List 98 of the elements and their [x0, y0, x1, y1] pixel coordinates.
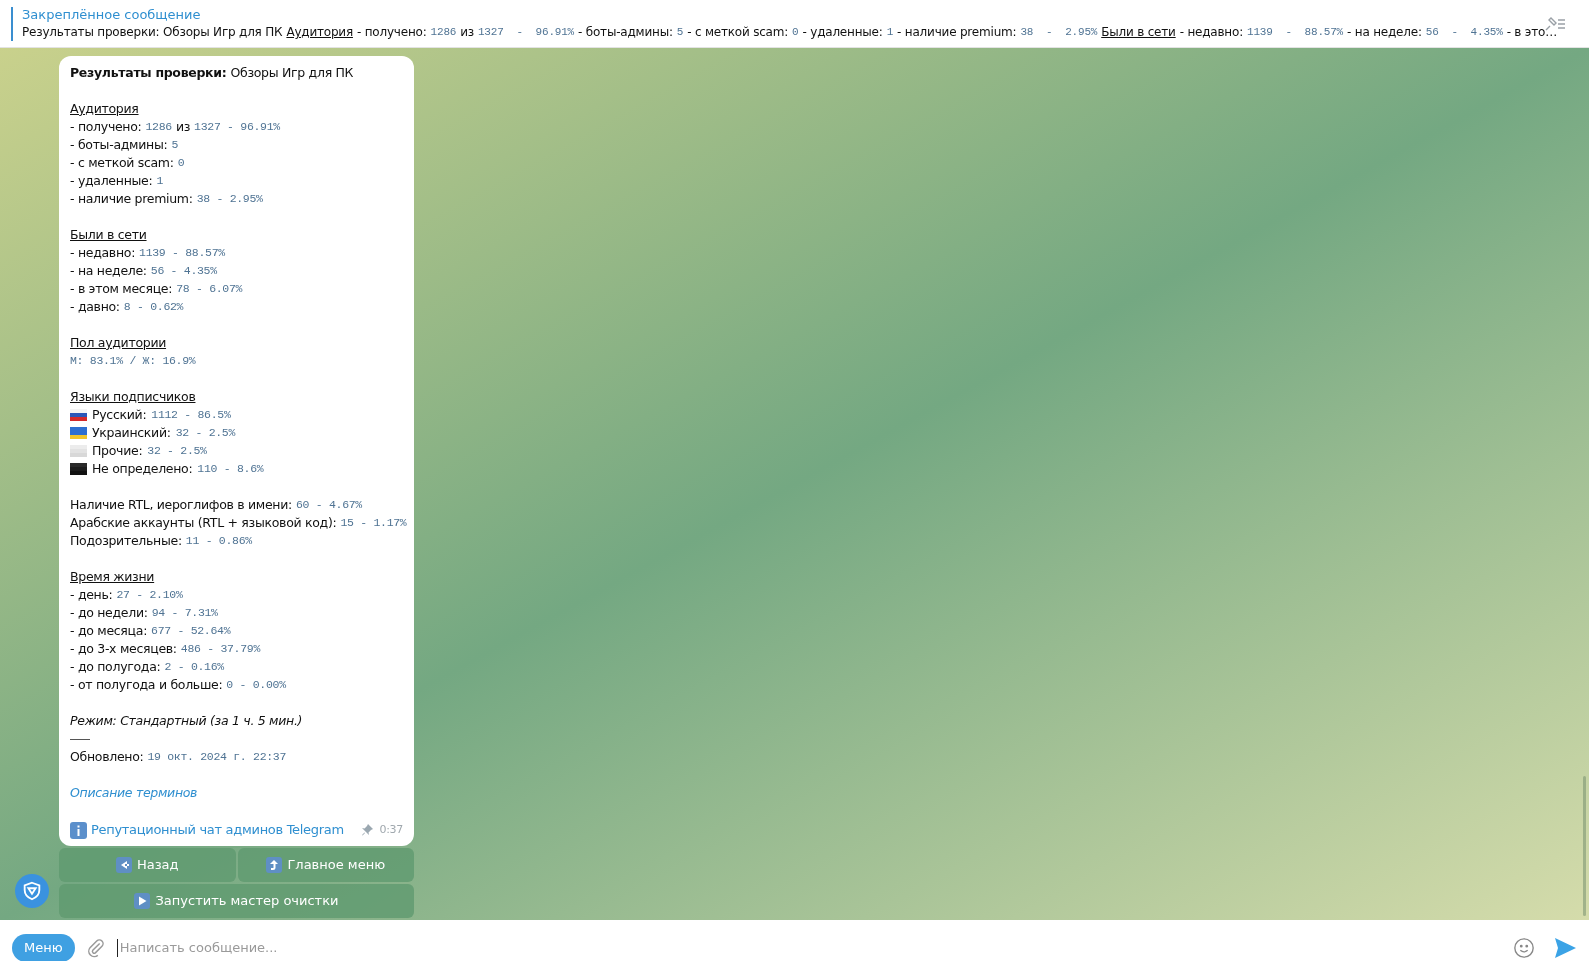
- send-icon[interactable]: [1553, 937, 1577, 959]
- section-heading: Были в сети: [1101, 24, 1176, 41]
- section-heading: Время жизни: [70, 567, 155, 586]
- label-text: - до полугода:: [70, 657, 161, 676]
- keyboard-button[interactable]: Назад: [59, 848, 236, 882]
- mode-text: Режим: Стандартный (за 1 ч. 5 мин.): [70, 711, 303, 730]
- stat-value: 1139 - 88.57%: [1247, 25, 1344, 40]
- label-text: - на неделе:: [70, 261, 147, 280]
- stat-value: 38 - 2.95%: [196, 191, 263, 208]
- label-text: Подозрительные:: [70, 531, 182, 550]
- stat-value: 486 - 37.79%: [180, 641, 260, 658]
- stat-value: 60 - 4.67%: [295, 497, 362, 514]
- stat-value: 1112 - 86.5%: [151, 407, 231, 424]
- section-heading: Были в сети: [70, 225, 147, 244]
- info-icon: [70, 821, 87, 839]
- label-text: Результаты проверки:: [70, 63, 227, 82]
- stat-value: 2 - 0.16%: [164, 659, 224, 676]
- flag-icon: [70, 427, 87, 439]
- arrow-up-icon: [266, 857, 283, 873]
- label-text: - давно:: [70, 297, 120, 316]
- stat-value: 1286: [430, 25, 457, 40]
- stat-value: 5: [676, 25, 684, 40]
- label-text: Арабские аккаунты (RTL + языковой код):: [70, 513, 337, 532]
- stat-value: 56 - 4.35%: [1425, 25, 1503, 40]
- label-text: из: [175, 117, 191, 136]
- label-text: - боты-админы:: [70, 135, 168, 154]
- shield-icon: [21, 880, 43, 902]
- label-text: Прочие:: [92, 441, 143, 460]
- flag-icon: [70, 463, 87, 475]
- section-heading: Аудитория: [70, 99, 139, 118]
- label-text: Обновлено:: [70, 747, 144, 766]
- terms-link[interactable]: Описание терминов: [70, 783, 198, 803]
- label-text: - с меткой scam:: [70, 153, 174, 172]
- message-input[interactable]: Написать сообщение...: [116, 939, 1503, 957]
- stat-value: 1286: [145, 119, 172, 136]
- label-text: - получено:: [356, 24, 427, 41]
- label-text: Наличие RTL, иероглифов в имени:: [70, 495, 292, 514]
- label-text: из: [460, 24, 474, 41]
- stat-value: 56 - 4.35%: [150, 263, 217, 280]
- label-text: - день:: [70, 585, 113, 604]
- section-heading: Пол аудитории: [70, 333, 167, 352]
- stat-value: 8 - 0.62%: [123, 299, 184, 316]
- label-text: - получено:: [70, 117, 142, 136]
- stat-value: 5: [171, 137, 179, 154]
- label-text: Украинский:: [92, 423, 171, 442]
- stat-value: 0: [177, 155, 185, 172]
- section-heading: Языки подписчиков: [70, 387, 196, 406]
- label-text: - от полугода и больше:: [70, 675, 223, 694]
- label-text: Русский:: [92, 405, 147, 424]
- label-text: Результаты проверки: Обзоры Игр для ПК: [22, 24, 283, 41]
- stat-value: 1139 - 88.57%: [139, 245, 225, 262]
- stat-value: 38 - 2.95%: [1020, 25, 1098, 40]
- arrow-left-icon: [115, 857, 132, 873]
- stat-value: 78 - 6.07%: [176, 281, 243, 298]
- stat-value: 32 - 2.5%: [175, 425, 236, 442]
- stat-value: 19 окт. 2024 г. 22:37: [147, 749, 287, 766]
- label-text: - до недели:: [70, 603, 148, 622]
- label-text: - в этом месяце:: [70, 279, 173, 298]
- label-text: - до месяца:: [70, 621, 148, 640]
- chat-link[interactable]: Репутационный чат админов Telegram: [91, 820, 344, 840]
- label-text: - наличие premium:: [897, 24, 1017, 41]
- label-text: - удаленные:: [802, 24, 883, 41]
- stat-value: 110 - 8.6%: [197, 461, 264, 478]
- label-text: - на неделе:: [1347, 24, 1422, 41]
- stat-value: 0 - 0.00%: [226, 677, 286, 694]
- label-text: - с меткой scam:: [687, 24, 789, 41]
- play-icon: [134, 893, 151, 909]
- stat-value: М: 83.1% / Ж: 16.9%: [70, 353, 196, 370]
- label-text: - удаленные:: [70, 171, 153, 190]
- stat-value: 0: [792, 25, 799, 40]
- stat-value: 15 - 1.17%: [340, 515, 407, 532]
- label-text: - недавно:: [70, 243, 136, 262]
- label-text: - до 3-х месяцев:: [70, 639, 177, 658]
- message-time: 0:37: [379, 821, 403, 838]
- stat-value: 677 - 52.64%: [151, 623, 231, 640]
- section-heading: Аудитория: [286, 24, 353, 41]
- stat-value: 1327 - 96.91%: [477, 25, 574, 40]
- label-text: - недавно:: [1179, 24, 1243, 41]
- stat-value: 27 - 2.10%: [116, 587, 183, 604]
- label-text: - наличие premium:: [70, 189, 193, 208]
- stat-value: 32 - 2.5%: [147, 443, 207, 460]
- stat-value: 1327 - 96.91%: [194, 119, 280, 136]
- label-text: Не определено:: [92, 459, 193, 478]
- label-text: - боты-админы:: [578, 24, 673, 41]
- stat-value: 1: [156, 173, 163, 190]
- pinned-title: Закреплённое сообщение: [22, 6, 202, 23]
- keyboard-button[interactable]: Главное меню: [237, 848, 414, 882]
- flag-icon: [70, 445, 87, 457]
- stat-value: 1: [886, 25, 894, 40]
- stat-value: 11 - 0.86%: [185, 533, 252, 550]
- label-text: Обзоры Игр для ПК: [230, 63, 354, 82]
- flag-icon: [70, 409, 87, 421]
- keyboard-button[interactable]: Запустить мастер очистки: [59, 884, 414, 918]
- emoji-icon[interactable]: [1513, 937, 1535, 959]
- menu-button[interactable]: Меню: [12, 934, 75, 961]
- label-text: - в это…: [1506, 24, 1557, 41]
- stat-value: 94 - 7.31%: [151, 605, 218, 622]
- bot-avatar[interactable]: [15, 874, 49, 908]
